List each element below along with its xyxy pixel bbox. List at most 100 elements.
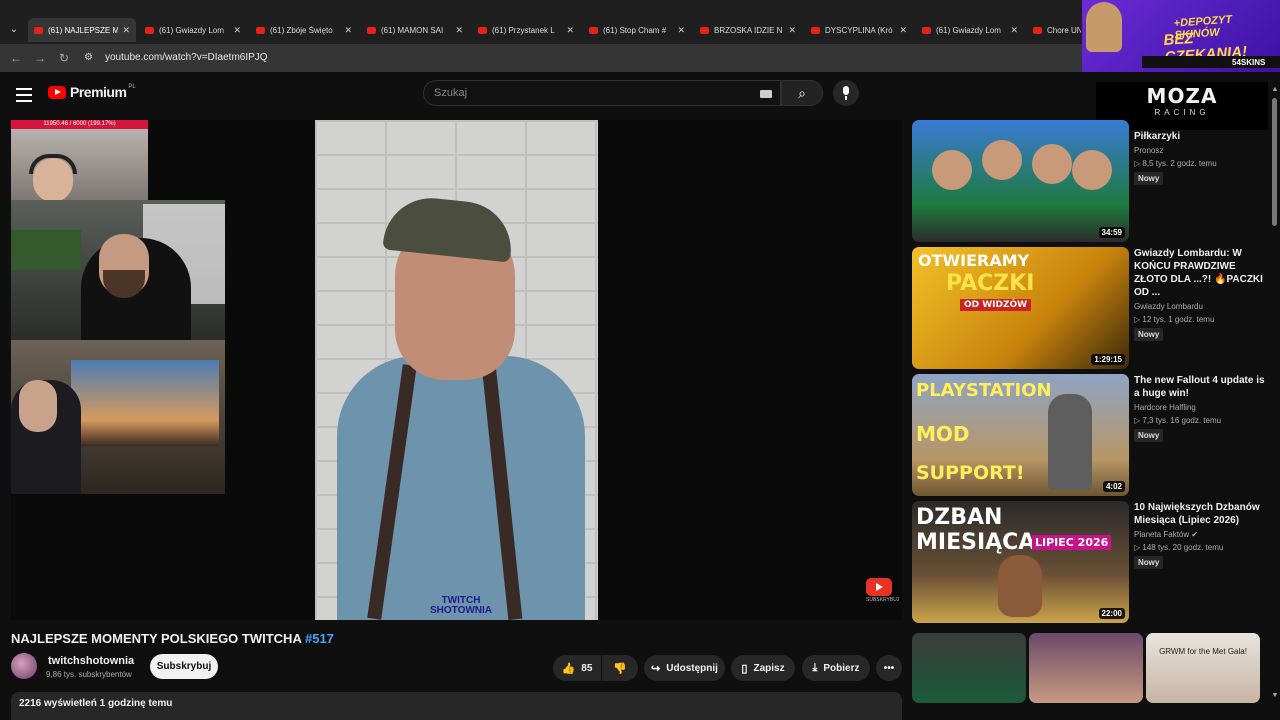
search-icon: ⌕ (798, 85, 806, 101)
search-input[interactable]: Szukaj (423, 80, 781, 106)
short-thumbnail[interactable]: GRWM for the Met Gala! (1146, 633, 1260, 703)
tab-list-dropdown-icon[interactable]: ⌄ (6, 22, 22, 38)
video-hashtag[interactable]: #517 (305, 631, 334, 646)
share-button[interactable]: ↪ Udostępnij (644, 655, 725, 681)
browser-tab[interactable]: (61) Gwiazdy Lom ✕ (139, 18, 247, 42)
like-button[interactable]: 👍 85 (553, 655, 601, 681)
hamburger-menu-icon[interactable] (14, 84, 34, 104)
video-description-box[interactable]: 2216 wyświetleń 1 godzinę temu (11, 692, 902, 720)
scroll-up-icon[interactable]: ▲ (1270, 86, 1280, 93)
scrollbar-thumb[interactable] (1272, 98, 1277, 226)
recommended-channel[interactable]: Planeta Faktów ✔ (1134, 530, 1272, 539)
video-title: NAJLEPSZE MOMENTY POLSKIEGO TWITCHA #517 (11, 631, 334, 646)
scroll-down-icon[interactable]: ▼ (1270, 692, 1280, 699)
close-tab-icon[interactable]: ✕ (677, 25, 685, 36)
site-info-icon[interactable]: ⚙ (84, 52, 96, 64)
recommended-channel[interactable]: Pronosz (1134, 146, 1272, 155)
keyboard-icon[interactable] (760, 90, 772, 98)
close-tab-icon[interactable]: ✕ (344, 25, 352, 36)
search-button[interactable]: ⌕ (781, 80, 823, 106)
reload-icon[interactable]: ↻ (56, 50, 72, 66)
browser-tab[interactable]: Chore UNIV (1027, 18, 1087, 42)
new-badge: Nowy (1134, 556, 1164, 569)
recommended-title[interactable]: Gwiazdy Lombardu: W KOŃCU PRAWDZIWE ZŁOT… (1134, 247, 1272, 299)
recommended-video[interactable]: OTWIERAMY PACZKI OD WIDZÓW 1:29:15 Gwiaz… (912, 247, 1272, 369)
thumbs-up-icon: 👍 (561, 662, 576, 675)
streamer-webcam-3 (11, 340, 225, 494)
share-arrow-icon: ↪ (651, 662, 661, 675)
recommended-channel[interactable]: Hardcore Halfling (1134, 403, 1272, 412)
forward-arrow-icon[interactable]: → (32, 50, 48, 66)
browser-tab[interactable]: (61) Przystanek L ✕ (472, 18, 580, 42)
more-actions-button[interactable]: ••• (876, 655, 902, 681)
recommended-channel[interactable]: Gwiazdy Lombardu (1134, 302, 1272, 311)
video-watermark: TWITCH SHOTOWNIA (429, 595, 493, 616)
ad-brand: 54SKINS (1232, 58, 1266, 67)
close-tab-icon[interactable]: ✕ (566, 25, 574, 36)
voice-search-microphone-icon[interactable] (833, 80, 859, 106)
close-tab-icon[interactable]: ✕ (122, 25, 130, 36)
subscriber-count: 9,86 tys. subskrybentów (46, 670, 132, 679)
close-tab-icon[interactable]: ✕ (455, 25, 463, 36)
youtube-favicon-icon (922, 26, 931, 34)
close-tab-icon[interactable]: ✕ (233, 25, 241, 36)
ad-banner[interactable]: +DEPOZYT SKINÓW BEZ CZEKANIA! 54SKINS (1082, 0, 1280, 72)
youtube-favicon-icon (145, 26, 154, 34)
youtube-favicon-icon (478, 26, 487, 34)
video-thumbnail[interactable]: OTWIERAMY PACZKI OD WIDZÓW 1:29:15 (912, 247, 1129, 369)
streamer-webcam-2 (11, 200, 225, 340)
video-duration: 1:29:15 (1091, 354, 1125, 365)
browser-tab[interactable]: (61) Gwiazdy Lom ✕ (916, 18, 1024, 42)
streamer-webcam-1: 11950.46 / 6000 (199.17%) (11, 120, 148, 200)
video-duration: 34:59 (1098, 227, 1125, 238)
recommended-stats: ▷ 148 tys. 20 godz. temu (1134, 543, 1224, 552)
url-field[interactable]: youtube.com/watch?v=DIaetm6IPJQ (105, 52, 268, 63)
browser-tab[interactable]: BRZOSKA IDZIE N ✕ (694, 18, 802, 42)
browser-tab[interactable]: DYSCYPLINA (Kró ✕ (805, 18, 913, 42)
recommended-title[interactable]: The new Fallout 4 update is a huge win! (1134, 374, 1272, 400)
recommended-title[interactable]: Piłkarzyki (1134, 130, 1272, 143)
page-scrollbar[interactable]: ▲ ▼ (1270, 86, 1280, 706)
youtube-favicon-icon (811, 26, 820, 34)
short-thumbnail[interactable] (1029, 633, 1143, 703)
recommended-stats: ▷ 7,3 tys. 16 godz. temu (1134, 416, 1222, 425)
close-tab-icon[interactable]: ✕ (1010, 25, 1018, 36)
youtube-favicon-icon (256, 26, 265, 34)
video-thumbnail[interactable]: PLAYSTATION MOD SUPPORT! 4:02 (912, 374, 1129, 496)
new-badge: Nowy (1134, 429, 1164, 442)
close-tab-icon[interactable]: ✕ (899, 25, 907, 36)
channel-name[interactable]: twitchshotownia (48, 655, 134, 667)
recommended-stats: ▷ 12 tys. 1 godz. temu (1134, 315, 1215, 324)
subscribe-watermark-icon[interactable]: SUBSKRYBUJ (866, 578, 899, 606)
video-thumbnail[interactable]: 34:59 (912, 120, 1129, 242)
browser-tab[interactable]: (61) Stop Cham # ✕ (583, 18, 691, 42)
video-meta: The new Fallout 4 update is a huge win! … (1134, 374, 1272, 443)
download-button[interactable]: ⤓ Pobierz (802, 655, 870, 681)
browser-tab[interactable]: (61) NAJLEPSZE M ✕ (28, 18, 136, 42)
short-thumbnail[interactable] (912, 633, 1026, 703)
browser-tab[interactable]: (61) Zbóje Święto ✕ (250, 18, 358, 42)
channel-avatar[interactable] (11, 653, 37, 679)
video-duration: 4:02 (1102, 481, 1125, 492)
youtube-play-logo-icon (48, 85, 66, 99)
video-meta: Gwiazdy Lombardu: W KOŃCU PRAWDZIWE ZŁOT… (1134, 247, 1272, 342)
dislike-button[interactable]: 👎 (602, 655, 638, 681)
recommended-video[interactable]: PLAYSTATION MOD SUPPORT! 4:02 The new Fa… (912, 374, 1272, 496)
browser-tab[interactable]: (61) MAMON SAI ✕ (361, 18, 469, 42)
youtube-premium-logo[interactable]: Premium PL (48, 84, 136, 100)
recommended-video[interactable]: 34:59 Piłkarzyki Pronosz ▷ 8,5 tys. 2 go… (912, 120, 1272, 242)
video-meta: Piłkarzyki Pronosz ▷ 8,5 tys. 2 godz. te… (1134, 120, 1272, 186)
video-duration: 22:00 (1098, 608, 1125, 619)
youtube-favicon-icon (1033, 26, 1042, 34)
back-arrow-icon[interactable]: ← (8, 50, 24, 66)
recommended-title[interactable]: 10 Największych Dzbanów Miesiąca (Lipiec… (1134, 501, 1272, 527)
view-count: 2216 wyświetleń 1 godzinę temu (19, 698, 173, 709)
save-button[interactable]: ▯ Zapisz (731, 655, 795, 681)
video-meta: 10 Największych Dzbanów Miesiąca (Lipiec… (1134, 501, 1272, 570)
new-badge: Nowy (1134, 172, 1164, 185)
recommended-video[interactable]: DZBAN MIESIĄCA LIPIEC 2026 22:00 10 Najw… (912, 501, 1272, 623)
video-player[interactable]: 11950.46 / 6000 (199.17%) TWITCH SHOTOWN… (11, 120, 902, 620)
video-thumbnail[interactable]: DZBAN MIESIĄCA LIPIEC 2026 22:00 (912, 501, 1129, 623)
close-tab-icon[interactable]: ✕ (788, 25, 796, 36)
subscribe-button[interactable]: Subskrybuj (150, 654, 218, 679)
